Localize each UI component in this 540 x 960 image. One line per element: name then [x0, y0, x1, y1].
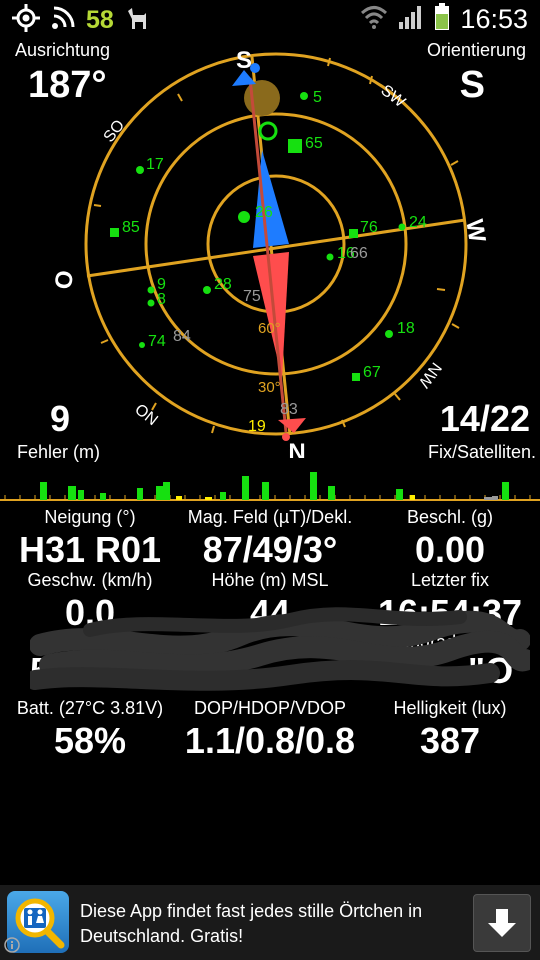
- redaction-scribble: [30, 607, 530, 691]
- svg-text:18: 18: [397, 320, 415, 337]
- elevation-30: 30°: [258, 379, 281, 396]
- svg-text:5: 5: [313, 89, 322, 106]
- sky-compass: S W O N SW NW NO SO 60° 30° 5 65 17 26 8…: [50, 47, 491, 458]
- info-icon[interactable]: [4, 937, 20, 957]
- battery-icon: [434, 3, 450, 35]
- magnetic-field-cell: Mag. Feld (µT)/Dekl. 87/49/3°: [180, 506, 360, 570]
- wifi-icon: [360, 4, 388, 34]
- brightness-cell: Helligkeit (lux) 387: [360, 697, 540, 761]
- svg-text:74: 74: [148, 333, 166, 350]
- dop-cell: DOP/HDOP/VDOP 1.1/0.8/0.8: [180, 697, 360, 761]
- direction-no: NO: [133, 399, 162, 427]
- ad-text[interactable]: Diese App findet fast jedes stille Örtch…: [80, 899, 422, 949]
- ad-text-line1: Diese App findet fast jedes stille Örtch…: [80, 901, 423, 921]
- svg-text:66: 66: [350, 245, 368, 262]
- battery-value: 58%: [53, 720, 127, 761]
- direction-nw: NW: [414, 359, 444, 391]
- brightness-label: Helligkeit (lux): [393, 698, 507, 718]
- ad-text-line2: Deutschland. Gratis!: [80, 926, 244, 946]
- svg-text:75: 75: [243, 288, 261, 305]
- acceleration-value: 0.00: [414, 529, 486, 570]
- tilt-label: Neigung (°): [44, 507, 136, 527]
- fix-value: 14/22: [439, 398, 530, 439]
- svg-text:26: 26: [255, 204, 273, 221]
- battery-label: Batt. (27°C 3.81V): [16, 698, 164, 718]
- ad-banner[interactable]: Diese App findet fast jedes stille Örtch…: [0, 885, 540, 960]
- direction-south: S: [236, 47, 252, 74]
- altitude-label: Höhe (m) MSL: [211, 570, 329, 590]
- tilt-value: H31 R01: [18, 529, 162, 570]
- satellite-66: 66: [350, 245, 368, 262]
- direction-west: W: [460, 218, 490, 245]
- clock: 16:53: [460, 3, 528, 34]
- satellite-67: 67: [352, 364, 381, 381]
- error-value: 9: [50, 398, 71, 439]
- satellite-83: 83: [280, 401, 298, 418]
- satellite-65: 65: [258, 121, 323, 153]
- satellite-84: 84: [173, 328, 191, 345]
- notification-count: 58: [86, 5, 114, 34]
- speed-label: Geschw. (km/h): [27, 570, 153, 590]
- satellite-85: 85: [110, 219, 140, 237]
- signal-strength-graph: [0, 472, 540, 501]
- satellite-28: 28: [203, 276, 232, 294]
- svg-text:8: 8: [157, 291, 166, 308]
- svg-text:28: 28: [214, 276, 232, 293]
- brightness-value: 387: [419, 720, 481, 761]
- svg-text:67: 67: [363, 364, 381, 381]
- svg-text:19: 19: [248, 418, 266, 435]
- signal-waves-icon: [50, 5, 76, 35]
- direction-east: O: [50, 268, 80, 291]
- acceleration-cell: Beschl. (g) 0.00: [360, 506, 540, 570]
- satellite-74: 74: [139, 333, 166, 350]
- tilt-cell: Neigung (°) H31 R01: [0, 506, 180, 570]
- satellite-8: 8: [147, 291, 166, 308]
- gps-target-icon: [12, 4, 40, 36]
- svg-text:65: 65: [305, 135, 323, 152]
- status-bar: 58 16:53: [0, 0, 540, 38]
- llama-icon: [124, 5, 150, 35]
- satellite-76: 76: [349, 219, 378, 238]
- elevation-60: 60°: [258, 320, 281, 337]
- cell-signal-icon: [398, 4, 424, 34]
- svg-text:84: 84: [173, 328, 191, 345]
- dop-label: DOP/HDOP/VDOP: [193, 698, 347, 718]
- satellite-5: 5: [300, 89, 322, 106]
- svg-text:24: 24: [409, 214, 427, 231]
- acceleration-label: Beschl. (g): [406, 507, 494, 527]
- satellite-18: 18: [385, 320, 415, 338]
- direction-so: SO: [101, 117, 128, 146]
- satellite-19: 19: [248, 418, 266, 435]
- last-fix-label: Letzter fix: [410, 570, 490, 590]
- svg-text:17: 17: [146, 156, 164, 173]
- svg-text:85: 85: [122, 219, 140, 236]
- battery-cell: Batt. (27°C 3.81V) 58%: [0, 697, 180, 761]
- svg-text:83: 83: [280, 401, 298, 418]
- satellite-17: 17: [136, 156, 164, 174]
- ad-download-button[interactable]: [473, 894, 531, 952]
- target-dot: [250, 63, 260, 73]
- satellite-75: 75: [243, 288, 261, 305]
- dop-value: 1.1/0.8/0.8: [184, 720, 356, 761]
- magnetic-field-label: Mag. Feld (µT)/Dekl.: [187, 507, 353, 527]
- satellite-26: 26: [238, 204, 273, 223]
- svg-text:76: 76: [360, 219, 378, 236]
- magnetic-field-value: 87/49/3°: [202, 529, 338, 570]
- download-arrow-icon: [488, 909, 516, 937]
